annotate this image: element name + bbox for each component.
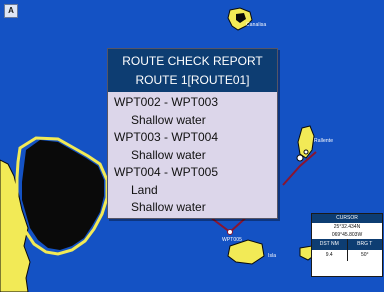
map-label-island-right: Rallente xyxy=(314,138,334,144)
chart-screen[interactable]: A Canalisa Rallente WPT005 Isla ROUTE CH… xyxy=(0,0,384,292)
route-check-report-window: ROUTE CHECK REPORT ROUTE 1[ROUTE01] WPT0… xyxy=(107,48,278,219)
brg-label: BRG T xyxy=(357,241,373,247)
cursor-labels-row: DST NM BRG T xyxy=(312,239,382,250)
waypoint-marker xyxy=(303,149,309,155)
report-issue: Shallow water xyxy=(131,147,206,162)
dst-label: DST NM xyxy=(312,239,348,250)
brg-value: 50° xyxy=(360,252,369,258)
chart-mode-icon[interactable]: A xyxy=(4,4,18,18)
report-route-name: ROUTE 1[ROUTE01] xyxy=(135,73,250,87)
report-body: WPT002 - WPT003 Shallow water WPT003 - W… xyxy=(108,92,277,217)
report-issue: Land xyxy=(131,182,158,197)
waypoint-marker xyxy=(296,154,304,162)
cursor-longitude: 069°45.803W xyxy=(331,232,363,238)
report-title: ROUTE CHECK REPORT xyxy=(122,54,263,68)
map-label-waypoint: WPT005 xyxy=(222,237,243,243)
report-leg: WPT004 - WPT005 xyxy=(114,165,219,179)
dst-value: 9.4 xyxy=(312,250,348,261)
cursor-values-row: 9.4 50° xyxy=(312,250,382,261)
report-leg: WPT002 - WPT003 xyxy=(114,95,219,109)
report-issue: Shallow water xyxy=(131,112,206,127)
lower-island xyxy=(227,239,265,265)
waypoint-marker xyxy=(227,229,233,235)
report-issue: Shallow water xyxy=(131,200,206,214)
report-leg: WPT003 - WPT004 xyxy=(114,130,219,144)
report-header: ROUTE CHECK REPORT ROUTE 1[ROUTE01] xyxy=(108,49,277,92)
cursor-info-panel: CURSOR 25°32.434N 069°45.803W DST NM BRG… xyxy=(311,213,383,277)
cursor-header: CURSOR xyxy=(312,214,382,223)
map-label-island-top: Canalisa xyxy=(246,22,267,28)
map-label-island-bottom: Isla xyxy=(268,253,277,259)
cursor-latitude: 25°32.434N xyxy=(333,224,361,230)
